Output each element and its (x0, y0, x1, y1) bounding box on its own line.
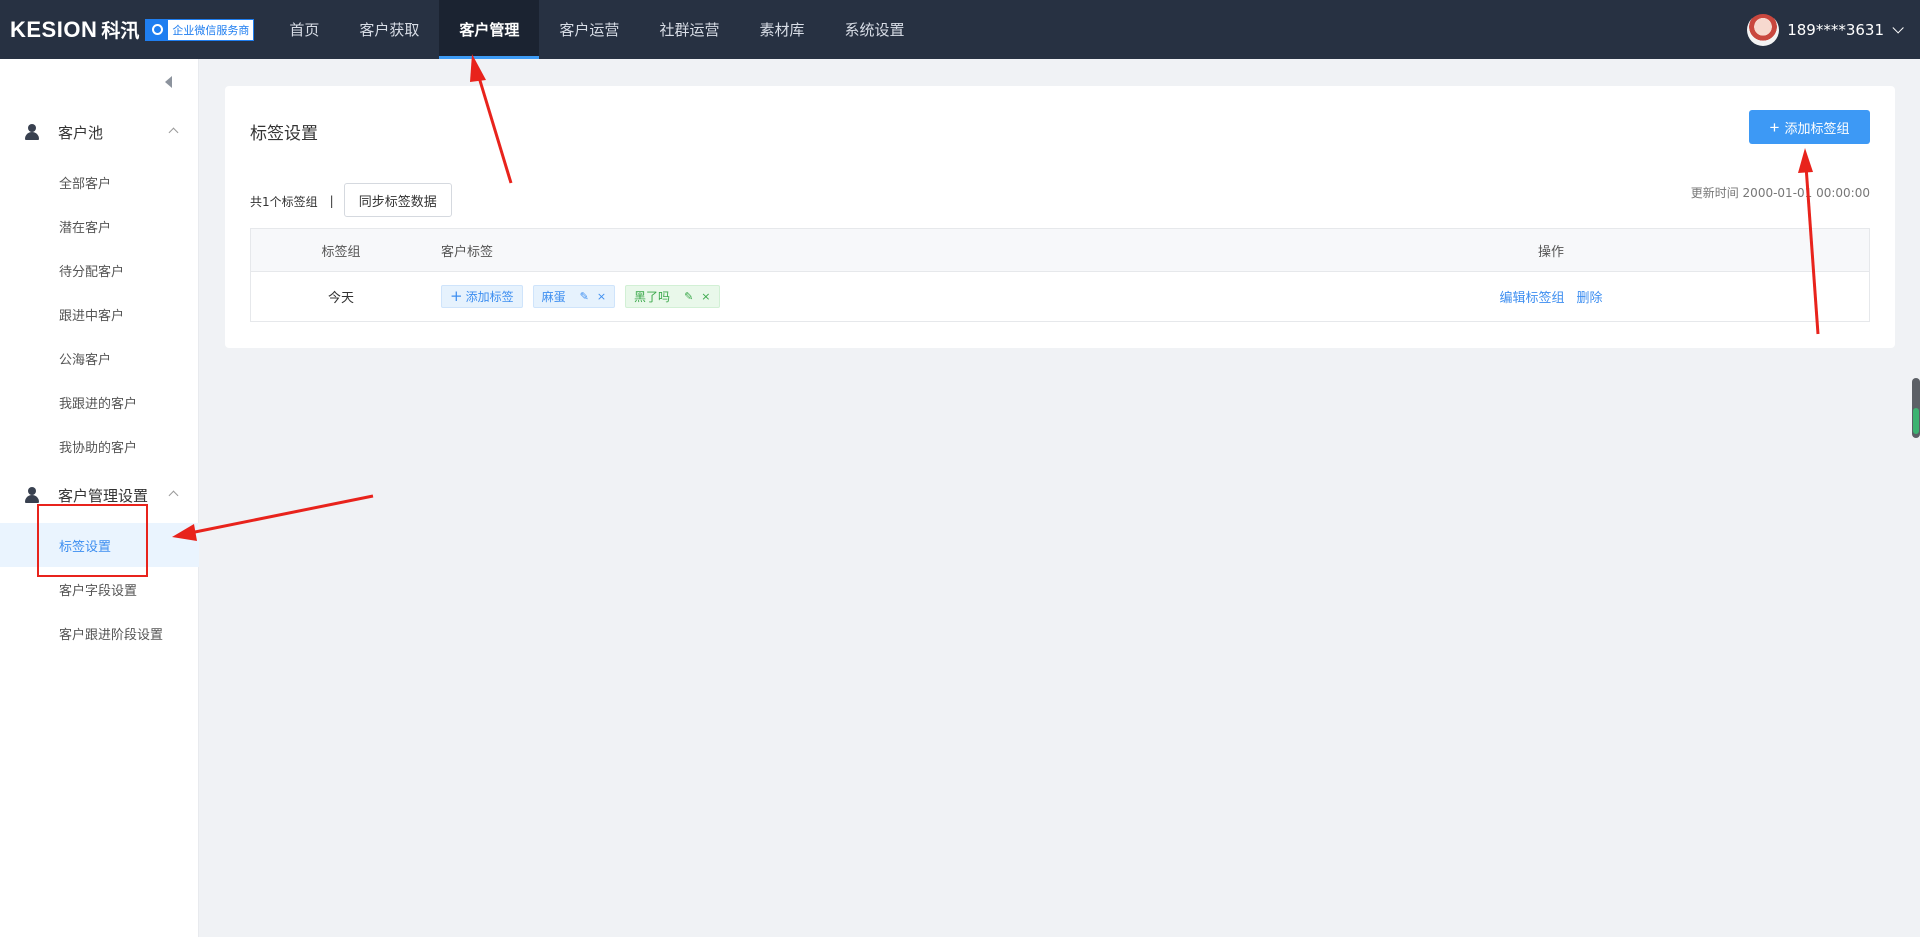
tag-chip: 黑了吗 ✎ × (625, 285, 720, 308)
user-menu[interactable]: 189****3631 (1747, 0, 1904, 59)
highlight-box (37, 504, 148, 577)
add-tag-button[interactable]: + 添加标签 (441, 285, 523, 308)
chevron-up-icon (168, 490, 179, 500)
chevron-up-icon (168, 127, 179, 137)
sidebar-item-stage-settings[interactable]: 客户跟进阶段设置 (0, 611, 199, 655)
nav-item-customer-acquisition[interactable]: 客户获取 (339, 0, 439, 59)
add-tag-label: 添加标签 (465, 290, 514, 304)
customer-tags-cell: + 添加标签 麻蛋 ✎ × 黑了吗 ✎ × (441, 272, 1241, 321)
summary-bar: 共1个标签组 | 同步标签数据 (250, 183, 452, 217)
brand-logo[interactable]: KESION 科汛 企业微信服务商 (10, 16, 255, 43)
column-header-tag-group: 标签组 (321, 244, 361, 260)
actions-cell: 编辑标签组 删除 (1391, 272, 1711, 321)
main-nav: 首页 客户获取 客户管理 客户运营 社群运营 素材库 系统设置 (269, 0, 924, 59)
chevron-down-icon (1892, 21, 1904, 34)
sidebar-item-unassigned-customers[interactable]: 待分配客户 (0, 248, 199, 292)
arrow-to-sidebar-item (172, 494, 374, 541)
nav-item-home[interactable]: 首页 (269, 0, 339, 59)
close-icon[interactable]: × (701, 290, 710, 303)
nav-item-system-settings[interactable]: 系统设置 (824, 0, 924, 59)
top-navbar: KESION 科汛 企业微信服务商 首页 客户获取 客户管理 客户运营 社群运营… (0, 0, 1920, 59)
sidebar-item-following-customers[interactable]: 跟进中客户 (0, 292, 199, 336)
edit-icon[interactable]: ✎ (684, 290, 693, 303)
column-header-actions: 操作 (1537, 244, 1564, 260)
tag-group-table: 标签组 客户标签 操作 今天 + 添加标签 麻蛋 ✎ × 黑了吗 ✎ × 编辑标… (250, 228, 1870, 322)
nav-item-customer-operations[interactable]: 客户运营 (539, 0, 639, 59)
tag-group-count: 共1个标签组 (250, 194, 318, 209)
avatar (1747, 13, 1780, 46)
tag-group-name: 今天 (327, 291, 354, 306)
tag-settings-card: 标签设置 + 添加标签组 共1个标签组 | 同步标签数据 更新时间 2000-0… (225, 86, 1895, 348)
wecom-icon (146, 19, 169, 40)
logo-chinese-name: 科汛 (101, 20, 140, 42)
sidebar-group-customer-pool[interactable]: 客户池 (0, 117, 199, 147)
sidebar: 客户池 全部客户 潜在客户 待分配客户 跟进中客户 公海客户 我跟进的客户 我协… (0, 59, 199, 937)
sidebar-item-public-pool[interactable]: 公海客户 (0, 336, 199, 380)
table-header: 标签组 客户标签 操作 (251, 229, 1869, 272)
logo-text: KESION (10, 16, 98, 42)
sync-tags-button[interactable]: 同步标签数据 (343, 183, 452, 217)
users-icon (24, 124, 40, 140)
collapse-sidebar-icon[interactable] (165, 76, 172, 88)
sidebar-item-potential-customers[interactable]: 潜在客户 (0, 204, 199, 248)
sidebar-group-label: 客户管理设置 (58, 486, 149, 505)
scrollbar-widget[interactable] (1912, 378, 1920, 438)
plus-icon: + (450, 287, 463, 305)
sidebar-item-my-assisted[interactable]: 我协助的客户 (0, 424, 199, 468)
tag-chip: 麻蛋 ✎ × (532, 285, 616, 308)
nav-item-material-library[interactable]: 素材库 (739, 0, 824, 59)
sidebar-item-my-followed[interactable]: 我跟进的客户 (0, 380, 199, 424)
partner-badge: 企业微信服务商 (145, 18, 255, 41)
column-header-customer-tags: 客户标签 (441, 244, 494, 260)
edit-icon[interactable]: ✎ (580, 290, 589, 303)
nav-item-customer-management[interactable]: 客户管理 (439, 0, 540, 59)
page-title: 标签设置 (250, 124, 318, 144)
tag-name: 麻蛋 (541, 290, 566, 304)
sidebar-group-label: 客户池 (58, 123, 104, 142)
table-row: 今天 + 添加标签 麻蛋 ✎ × 黑了吗 ✎ × 编辑标签组 删除 (251, 272, 1869, 321)
tag-name: 黑了吗 (634, 290, 671, 304)
add-tag-group-label: 添加标签组 (1784, 120, 1850, 136)
user-name: 189****3631 (1787, 20, 1884, 39)
separator: | (329, 194, 334, 208)
sidebar-item-all-customers[interactable]: 全部客户 (0, 160, 199, 204)
close-icon[interactable]: × (597, 290, 606, 303)
nav-item-community-operations[interactable]: 社群运营 (639, 0, 739, 59)
edit-tag-group-link[interactable]: 编辑标签组 (1499, 287, 1564, 306)
partner-badge-text: 企业微信服务商 (172, 23, 250, 37)
add-tag-group-button[interactable]: + 添加标签组 (1749, 110, 1870, 144)
updated-time: 更新时间 2000-01-01 00:00:00 (1690, 186, 1870, 200)
user-settings-icon (24, 487, 40, 503)
delete-link[interactable]: 删除 (1577, 287, 1603, 306)
plus-icon: + (1769, 117, 1780, 137)
